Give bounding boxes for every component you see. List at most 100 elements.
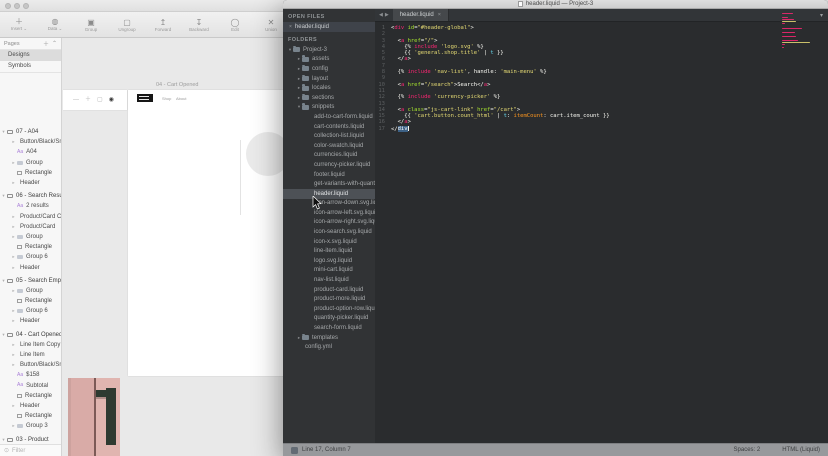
syntax-setting[interactable]: HTML (Liquid) (782, 447, 820, 453)
layer-row[interactable]: Aa A04 (0, 147, 61, 157)
artboard-04-cart-opened[interactable]: Shop About (128, 90, 290, 376)
nav-back-icon[interactable]: ◀ (379, 12, 383, 18)
chevron-icon[interactable]: ▾ (0, 278, 7, 284)
add-page-icon[interactable]: ＋ (43, 39, 49, 48)
tree-folder-layout[interactable]: ▸ layout (283, 74, 375, 84)
chevron-icon[interactable]: ▸ (10, 318, 17, 324)
chevron-icon[interactable]: ▸ (10, 160, 17, 166)
collapse-pages-icon[interactable]: ⌃ (52, 40, 57, 47)
tree-file-nav-list.liquid[interactable]: nav-list.liquid (283, 275, 375, 285)
chevron-icon[interactable]: ▸ (10, 352, 17, 358)
tree-file-icon-x.svg.liquid[interactable]: icon-x.svg.liquid (283, 237, 375, 247)
layer-row[interactable]: ▸ Group 6 (0, 252, 61, 262)
tree-file-get-variants-with-quantity.liquid[interactable]: get-variants-with-quantity.liquid (283, 179, 375, 189)
tree-file-footer.liquid[interactable]: footer.liquid (283, 170, 375, 180)
code-area[interactable]: 1 2 3 4 5 6 7 8 9 10 11 12 13 14 15 16 17 <div id="#head… (375, 22, 828, 443)
chevron-icon[interactable]: ▸ (10, 214, 17, 220)
layer-row[interactable]: ▸Button/Black/Sm… (0, 137, 61, 147)
toolbar-button-backward[interactable]: ↧ Backward (186, 18, 212, 32)
layer-row[interactable]: ▸ Header (0, 262, 61, 272)
plus-icon[interactable]: ＋ (85, 97, 91, 103)
minus-icon[interactable]: — (73, 97, 79, 103)
layer-row[interactable]: Aa Subtotal (0, 381, 61, 391)
chevron-icon[interactable]: ▸ (10, 342, 17, 348)
tree-file-icon-arrow-right.svg.liquid[interactable]: icon-arrow-right.svg.liquid (283, 218, 375, 228)
layer-row[interactable]: Rectangle (0, 391, 61, 401)
toolbar-button-forward[interactable]: ↥ Forward (150, 18, 176, 32)
layer-row[interactable]: ▸ Line Item Copy (0, 340, 61, 350)
chevron-icon[interactable]: ▾ (0, 437, 7, 443)
tab-close-icon[interactable]: × (438, 12, 441, 18)
layer-row[interactable]: ▸ Group 6 (0, 306, 61, 316)
zoom-window-icon[interactable] (23, 3, 29, 9)
chevron-icon[interactable]: ▸ (10, 139, 17, 145)
chevron-icon[interactable]: ▸ (10, 403, 17, 409)
tree-folder-snippets[interactable]: ▾ snippets (283, 103, 375, 113)
tree-file-config.yml[interactable]: config.yml (283, 342, 375, 352)
toolbar-button-edit[interactable]: ◯ Edit (222, 18, 248, 32)
tree-file-icon-arrow-left.svg.liquid[interactable]: icon-arrow-left.svg.liquid (283, 208, 375, 218)
close-window-icon[interactable] (5, 3, 11, 9)
close-file-icon[interactable]: × (289, 24, 292, 30)
tree-file-product-option-row.liquid[interactable]: product-option-row.liquid (283, 304, 375, 314)
chevron-icon[interactable]: ▸ (10, 180, 17, 186)
layer-row[interactable]: Rectangle (0, 242, 61, 252)
page-item-designs[interactable]: Designs (0, 50, 61, 61)
tab-overflow-icon[interactable]: ▾ (815, 9, 828, 21)
open-file-item[interactable]: × header.liquid (283, 22, 375, 32)
tree-file-logo.svg.liquid[interactable]: logo.svg.liquid (283, 256, 375, 266)
layer-row[interactable]: ▸ Line Item (0, 350, 61, 360)
chevron-icon[interactable]: ▸ (10, 308, 17, 314)
tree-file-currencies.liquid[interactable]: currencies.liquid (283, 151, 375, 161)
chevron-icon[interactable]: ▸ (10, 234, 17, 240)
tree-file-product-card.liquid[interactable]: product-card.liquid (283, 285, 375, 295)
layer-row[interactable]: ▸Product/Card Co… (0, 212, 61, 222)
tree-file-color-swatch.liquid[interactable]: color-swatch.liquid (283, 141, 375, 151)
layer-row[interactable]: Aa $158 (0, 370, 61, 380)
layer-row[interactable]: ▸ Group (0, 232, 61, 242)
layer-row[interactable]: ▾ 03 - Product (0, 434, 61, 443)
layer-row[interactable]: ▾06 - Search Resu… (0, 191, 61, 201)
tree-file-icon-arrow-down.svg.liquid[interactable]: icon-arrow-down.svg.liquid (283, 199, 375, 209)
tree-folder-locales[interactable]: ▸ locales (283, 83, 375, 93)
tree-file-mini-cart.liquid[interactable]: mini-cart.liquid (283, 266, 375, 276)
tree-file-line-item.liquid[interactable]: line-item.liquid (283, 246, 375, 256)
toolbar-button-group[interactable]: ▣ Group (78, 18, 104, 32)
chevron-icon[interactable]: ▸ (10, 254, 17, 260)
tree-folder-Project-3[interactable]: ▾ Project-3 (283, 45, 375, 55)
tree-file-collection-list.liquid[interactable]: collection-list.liquid (283, 131, 375, 141)
tree-file-currency-picker.liquid[interactable]: currency-picker.liquid (283, 160, 375, 170)
toolbar-button-data[interactable]: ◍ Data ⌄ (42, 17, 68, 32)
tree-file-icon-search.svg.liquid[interactable]: icon-search.svg.liquid (283, 227, 375, 237)
tree-file-add-to-cart-form.liquid[interactable]: add-to-cart-form.liquid (283, 112, 375, 122)
tree-folder-templates[interactable]: ▸ templates (283, 333, 375, 343)
tab-header-liquid[interactable]: header.liquid × (392, 9, 449, 21)
page-item-symbols[interactable]: Symbols (0, 61, 61, 72)
minimize-window-icon[interactable] (14, 3, 20, 9)
cursor-position[interactable]: Line 17, Column 7 (302, 447, 351, 453)
tree-file-product-more.liquid[interactable]: product-more.liquid (283, 294, 375, 304)
tree-file-quantity-picker.liquid[interactable]: quantity-picker.liquid (283, 314, 375, 324)
chevron-icon[interactable]: ▸ (10, 362, 17, 368)
layer-filter[interactable]: ⊙ Filter (0, 444, 61, 456)
nav-forward-icon[interactable]: ▶ (385, 12, 389, 18)
chevron-icon[interactable]: ▾ (0, 332, 7, 338)
layer-row[interactable]: ▸ Group (0, 158, 61, 168)
artboard-label[interactable]: 04 - Cart Opened (156, 82, 199, 88)
layer-row[interactable]: Rectangle (0, 296, 61, 306)
tree-file-cart-contents.liquid[interactable]: cart-contents.liquid (283, 122, 375, 132)
layer-row[interactable]: ▾ 05 - Search Empty (0, 276, 61, 286)
chevron-icon[interactable]: ▸ (10, 265, 17, 271)
tree-folder-assets[interactable]: ▸ assets (283, 55, 375, 65)
tree-file-header.liquid[interactable]: header.liquid (283, 188, 375, 199)
layer-row[interactable]: Aa 2 results (0, 201, 61, 211)
chevron-icon[interactable]: ▸ (10, 224, 17, 230)
toolbar-button-ungroup[interactable]: ▢ Ungroup (114, 18, 140, 32)
layer-row[interactable]: ▾ 07 - A04 (0, 127, 61, 137)
code-line-17[interactable]: </div (391, 125, 828, 132)
tree-folder-sections[interactable]: ▸ sections (283, 93, 375, 103)
layer-row[interactable]: Rectangle (0, 411, 61, 421)
artboard-07-fragment[interactable]: — ＋ ▢ ◉ (63, 90, 127, 110)
layer-row[interactable]: ▸ Group (0, 286, 61, 296)
toolbar-button-union[interactable]: ✕ Union (258, 18, 284, 32)
